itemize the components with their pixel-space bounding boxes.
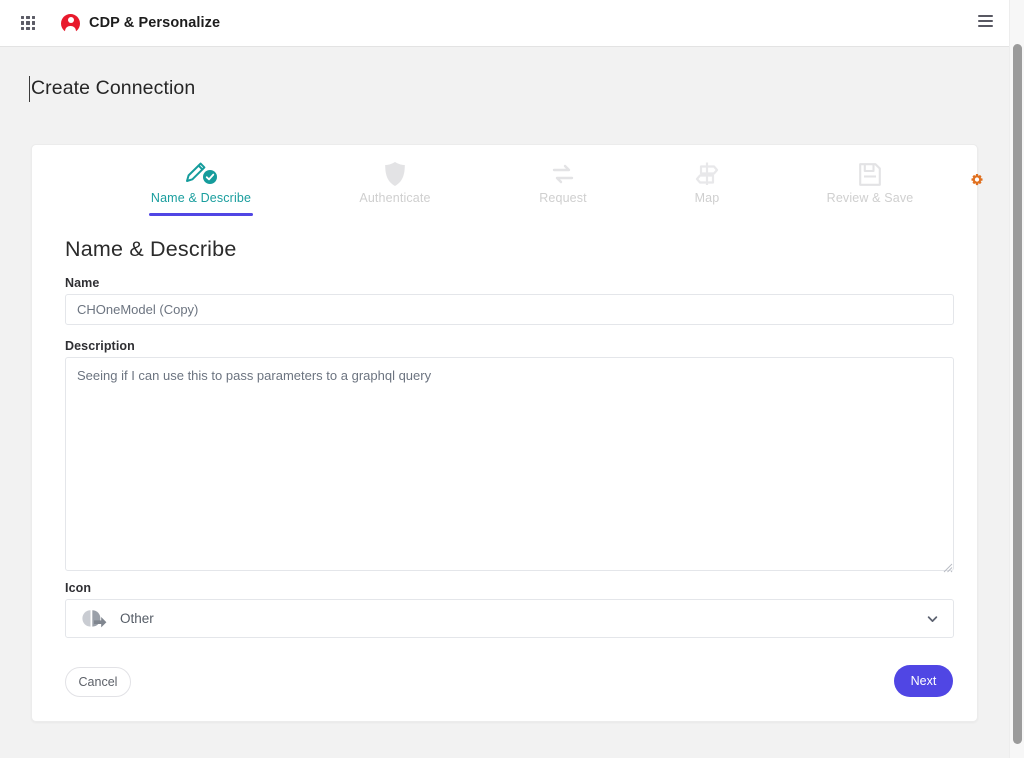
vertical-scrollbar[interactable] bbox=[1009, 0, 1024, 758]
step-name-and-describe[interactable]: Name & Describe bbox=[116, 157, 286, 216]
user-avatar-icon[interactable] bbox=[61, 13, 80, 33]
description-field-label: Description bbox=[65, 339, 135, 353]
step-map[interactable]: Map bbox=[622, 157, 792, 205]
step-active-underline bbox=[149, 213, 253, 216]
step-label: Review & Save bbox=[826, 191, 914, 205]
step-label: Map bbox=[694, 191, 720, 205]
step-label: Name & Describe bbox=[150, 191, 252, 205]
name-field-label: Name bbox=[65, 276, 100, 290]
step-authenticate[interactable]: Authenticate bbox=[310, 157, 480, 205]
other-connection-icon bbox=[80, 608, 108, 630]
page-body: Create Connection Name & Describe Authen… bbox=[0, 47, 1009, 758]
app-bar: CDP & Personalize bbox=[0, 0, 1009, 47]
step-label: Authenticate bbox=[359, 191, 431, 205]
step-review-and-save[interactable]: Review & Save bbox=[785, 157, 955, 205]
icon-select-value: Other bbox=[120, 611, 154, 626]
vertical-scrollbar-thumb[interactable] bbox=[1013, 44, 1022, 744]
create-connection-card: Name & Describe Authenticate Request Map… bbox=[31, 144, 983, 722]
hamburger-menu-icon[interactable] bbox=[978, 15, 993, 27]
text-caret bbox=[29, 76, 30, 102]
form-heading: Name & Describe bbox=[65, 237, 237, 261]
gear-icon[interactable] bbox=[968, 173, 985, 190]
next-button[interactable]: Next bbox=[894, 665, 953, 697]
cancel-button[interactable]: Cancel bbox=[65, 667, 131, 697]
chevron-down-icon[interactable] bbox=[926, 612, 939, 625]
shield-icon bbox=[310, 157, 480, 191]
page-title: Create Connection bbox=[31, 77, 196, 99]
wizard-stepper: Name & Describe Authenticate Request Map… bbox=[32, 157, 983, 233]
apps-grid-icon[interactable] bbox=[21, 16, 35, 30]
signpost-icon bbox=[622, 157, 792, 191]
icon-field-label: Icon bbox=[65, 581, 92, 595]
app-title: CDP & Personalize bbox=[89, 15, 221, 31]
icon-select[interactable]: Other bbox=[65, 599, 954, 638]
pencil-check-icon bbox=[116, 157, 286, 191]
floppy-disk-save-icon bbox=[785, 157, 955, 191]
name-input[interactable] bbox=[65, 294, 954, 325]
description-textarea[interactable] bbox=[65, 357, 954, 571]
